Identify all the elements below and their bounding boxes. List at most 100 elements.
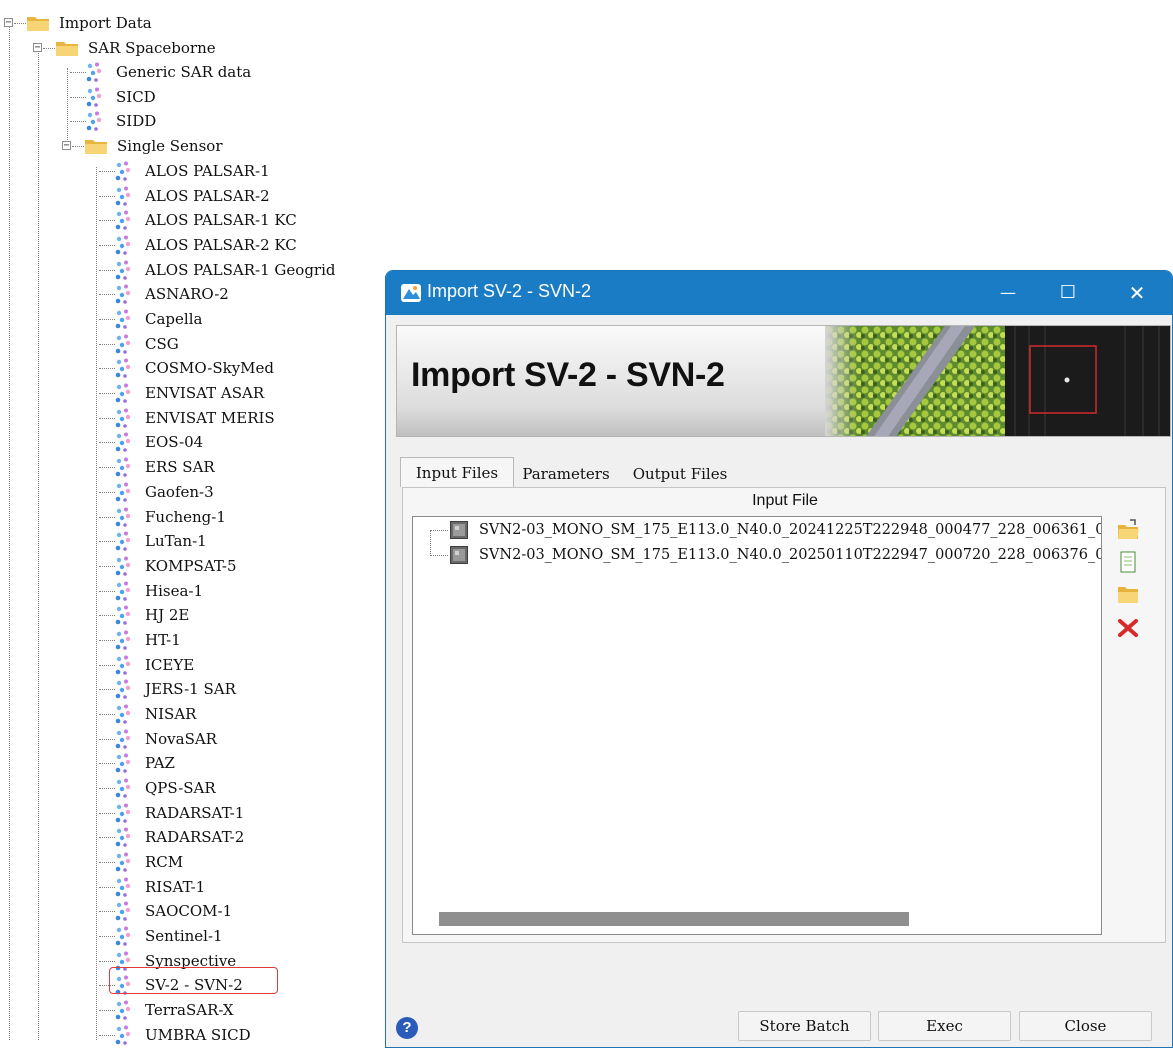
sensor-label: ALOS PALSAR-2 KC [145,236,297,255]
list-icon[interactable] [1116,551,1140,573]
sensor-node-icon [115,210,131,231]
tree-guide-line [9,18,10,1040]
input-file-heading: Input File [752,492,818,509]
tab-parameters[interactable]: Parameters [514,459,618,489]
collapse-toggle[interactable]: − [62,141,71,151]
input-file-list[interactable]: SVN2-03_MONO_SM_175_E113.0_N40.0_2024122… [412,516,1102,935]
sensor-label: ALOS PALSAR-1 Geogrid [145,260,336,279]
sensor-node-icon [115,827,131,848]
sensor-label: Capella [145,310,203,329]
sensor-label: UMBRA SICD [145,1025,251,1044]
tab-input-files[interactable]: Input Files [400,457,514,487]
sensor-node-icon [115,334,131,354]
banner-image [825,326,1170,436]
sensor-node-icon [115,605,131,626]
sensor-node-icon [115,803,131,823]
sensor-label: Hisea-1 [145,581,204,600]
sensor-node-icon [115,432,131,453]
sensor-label: ENVISAT ASAR [145,384,265,403]
tree-guide-line [38,43,39,1040]
sensor-label: TerraSAR-X [145,1001,234,1020]
sensor-label: RADARSAT-2 [145,828,245,847]
delete-icon[interactable] [1116,617,1140,639]
sensor-node-icon [115,408,131,428]
selection-highlight [109,967,278,994]
sensor-node-icon [115,531,131,551]
sensor-node-icon [115,383,131,403]
sensor-node-icon [86,62,102,82]
sensor-label: Gaofen-3 [145,482,214,501]
exec-button[interactable]: Exec [878,1011,1011,1041]
generic-sar-label: Generic SAR data [116,63,252,81]
sensor-label: ALOS PALSAR-1 [145,162,270,180]
tree-guide-line [67,68,68,148]
sensor-label: JERS-1 SAR [145,680,236,699]
sensor-node-icon [115,901,131,922]
sensor-label: ERS SAR [145,458,215,477]
sensor-label: HJ 2E [145,606,190,625]
tree-guide-line [96,167,97,1040]
sensor-label: KOMPSAT-5 [145,556,237,575]
sensor-label: HT-1 [145,630,181,649]
sensor-node-icon [115,852,131,872]
sensor-node-icon [115,1000,131,1020]
maximize-button[interactable]: ☐ [1042,271,1094,315]
sensor-label: QPS-SAR [145,779,216,797]
sensor-node-icon [115,556,131,576]
import-data-tree: − Import Data − SAR Spaceborne Generic S… [0,0,385,1050]
collapse-toggle[interactable]: − [4,18,13,28]
sensor-label: RADARSAT-1 [145,803,245,822]
banner-title: Import SV-2 - SVN-2 [411,356,725,394]
sensor-node-icon [115,778,131,798]
close-window-button[interactable]: ✕ [1111,271,1163,315]
minimize-button[interactable]: — [982,271,1034,315]
close-button[interactable]: Close [1019,1011,1152,1041]
file-name: SVN2-03_MONO_SM_175_E113.0_N40.0_2025011… [479,547,1102,563]
sensor-label: ENVISAT MERIS [145,408,275,427]
sensor-label: SAOCOM-1 [145,902,233,921]
sensor-label: EOS-04 [145,433,204,452]
sensor-node-icon [115,457,131,477]
sensor-node-icon [86,111,102,132]
sensor-node-icon [115,482,131,502]
generic-sar-label: SICD [116,87,156,106]
image-file-icon [450,521,468,539]
sensor-node-icon [115,260,131,280]
tree-label-sar-spaceborne: SAR Spaceborne [88,39,216,57]
sensor-node-icon [115,1025,131,1045]
sensor-node-icon [115,729,131,749]
sensor-node-icon [115,284,131,305]
sensor-node-icon [115,235,131,255]
tree-label-import-data: Import Data [59,14,152,32]
sensor-label: ALOS PALSAR-2 [145,186,270,205]
open-file-icon[interactable] [1116,519,1140,541]
sensor-label: NovaSAR [145,729,217,748]
help-icon[interactable]: ? [396,1017,418,1039]
sensor-label: NISAR [145,704,197,723]
sensor-node-icon [115,186,131,206]
sensor-node-icon [115,679,131,700]
store-batch-button[interactable]: Store Batch [738,1011,871,1041]
sensor-node-icon [115,161,131,181]
horizontal-scrollbar[interactable] [439,912,909,926]
sensor-node-icon [115,877,131,897]
sensor-label: Fucheng-1 [145,507,226,526]
sensor-node-icon [115,581,131,601]
tree-label-single-sensor: Single Sensor [117,137,223,155]
tab-output-files[interactable]: Output Files [618,459,742,489]
sensor-label: ALOS PALSAR-1 KC [145,211,297,230]
sensor-label: RISAT-1 [145,877,206,896]
title-bar[interactable]: Import SV-2 - SVN-2 — ☐ ✕ [386,271,1172,315]
sensor-label: Sentinel-1 [145,927,223,946]
folder-icon [56,42,78,56]
generic-sar-label: SIDD [116,112,157,131]
sensor-node-icon [115,358,131,379]
sensor-label: COSMO-SkyMed [145,359,275,378]
sensor-node-icon [115,630,131,650]
sensor-label: CSG [145,334,179,353]
folder-icon [85,140,107,154]
folder-icon[interactable] [1116,583,1140,605]
collapse-toggle[interactable]: − [33,43,42,53]
app-icon [401,284,421,302]
dialog-title: Import SV-2 - SVN-2 [427,281,592,301]
